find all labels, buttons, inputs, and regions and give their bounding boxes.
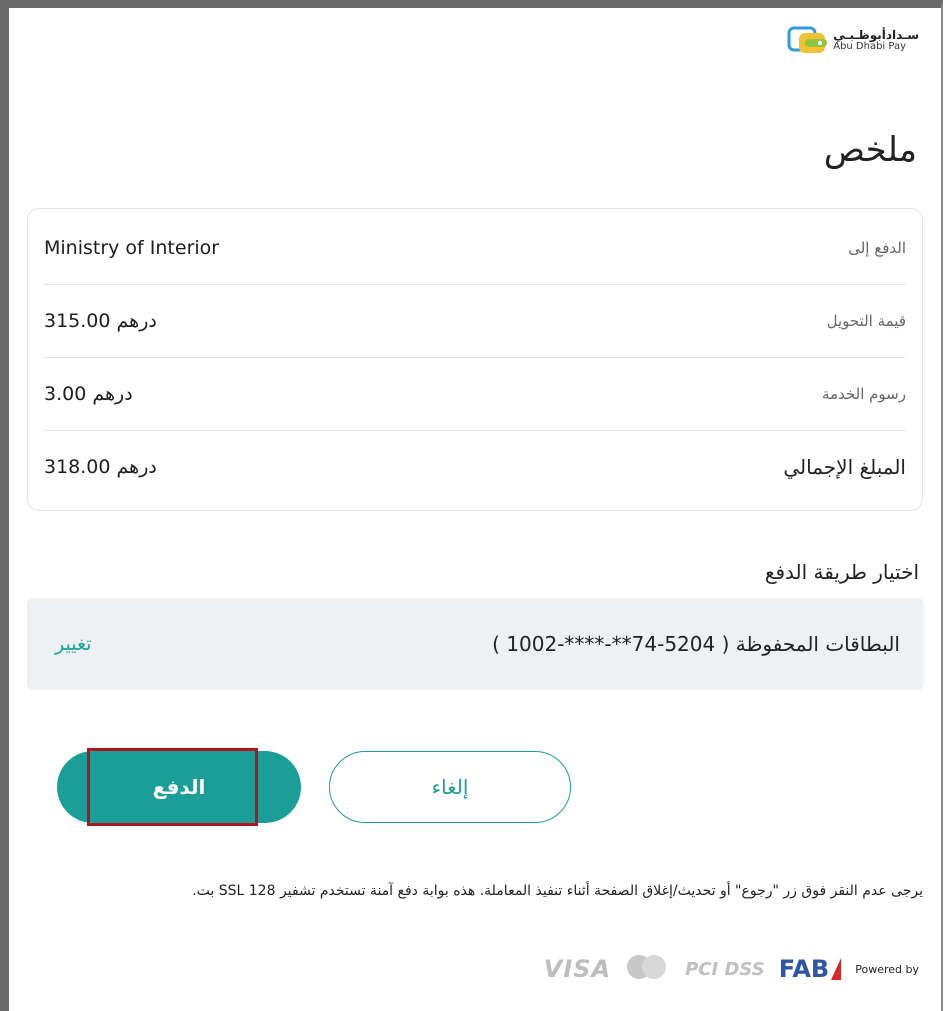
- powered-by-text: Powered by: [855, 962, 919, 976]
- pay-button[interactable]: الدفع: [57, 751, 301, 823]
- logo-english-text: Abu Dhabi Pay: [833, 41, 907, 52]
- summary-row-payee: Ministry of Interior الدفع إلى: [44, 211, 906, 285]
- page-title: ملخص: [823, 130, 917, 170]
- service-fee-label: رسوم الخدمة: [822, 384, 906, 403]
- fab-logo: FAB: [778, 955, 830, 983]
- visa-logo: VISA: [543, 955, 612, 983]
- fab-logo-mark: [831, 958, 842, 980]
- change-payment-method-link[interactable]: تغيير: [55, 633, 91, 655]
- payee-value: Ministry of Interior: [44, 236, 220, 259]
- transfer-amount-value: 315.00 درهم: [44, 309, 157, 332]
- abu-dhabi-pay-logo: سـدادأبوظـبـي Abu Dhabi Pay: [787, 26, 919, 56]
- logo-arabic-text: سـدادأبوظـبـي: [833, 28, 919, 42]
- summary-row-service-fee: 3.00 درهم رسوم الخدمة: [44, 357, 906, 431]
- service-fee-value: 3.00 درهم: [44, 382, 133, 405]
- page-frame: سـدادأبوظـبـي Abu Dhabi Pay ملخص Ministr…: [0, 0, 943, 1011]
- payee-label: الدفع إلى: [848, 238, 906, 257]
- cancel-button[interactable]: إلغاء: [329, 751, 571, 823]
- total-amount-value: 318.00 درهم: [44, 455, 157, 478]
- payment-method-heading: اختيار طريقة الدفع: [764, 560, 919, 584]
- saved-card-text: البطاقات المحفوظة ( 5204-74**-****-1002 …: [492, 632, 900, 656]
- summary-card: Ministry of Interior الدفع إلى 315.00 در…: [27, 208, 923, 511]
- payment-logos: VISA PCI DSS FAB Powered by: [544, 953, 919, 985]
- mastercard-logo: [625, 953, 671, 985]
- summary-row-total: 318.00 درهم المبلغ الإجمالي: [44, 430, 906, 503]
- total-amount-label: المبلغ الإجمالي: [783, 454, 906, 479]
- summary-row-transfer-amount: 315.00 درهم قيمة التحويل: [44, 284, 906, 358]
- saved-card-selector[interactable]: تغيير البطاقات المحفوظة ( 5204-74**-****…: [27, 598, 924, 690]
- wallet-icon: [787, 26, 828, 53]
- transfer-amount-label: قيمة التحويل: [826, 311, 906, 330]
- security-note: يرجى عدم النقر فوق زر "رجوع" أو تحديث/إغ…: [192, 883, 923, 899]
- pci-dss-logo: PCI DSS: [685, 958, 765, 980]
